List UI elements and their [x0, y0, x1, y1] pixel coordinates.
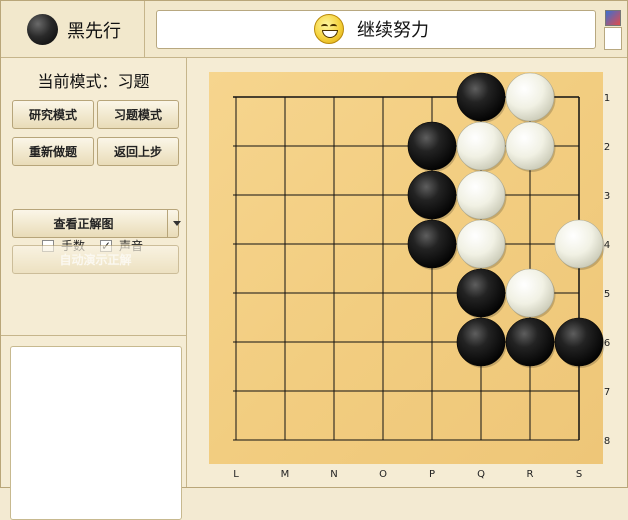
top-bar: 黑先行 继续努力: [1, 1, 627, 58]
column-label: Q: [477, 469, 485, 480]
view-answer-dropdown[interactable]: 查看正解图: [12, 209, 181, 238]
undo-step-button[interactable]: 返回上步: [97, 137, 179, 166]
column-label: M: [281, 469, 290, 480]
black-stone[interactable]: [456, 72, 506, 122]
column-label: R: [527, 469, 534, 480]
row-label: 1: [604, 93, 610, 104]
black-stone[interactable]: [407, 170, 457, 220]
column-label: L: [233, 469, 239, 480]
turn-indicator: 黑先行: [67, 21, 121, 42]
control-panel: 当前模式：习题 研究模式 习题模式 重新做题 返回上步 手数 ✓ 声音 查看正解…: [1, 58, 187, 520]
comment-area[interactable]: [10, 346, 182, 520]
chevron-down-icon[interactable]: [173, 221, 181, 226]
black-stone[interactable]: [456, 317, 506, 367]
go-board[interactable]: L M N O P Q R S 1 2 3 4 5 6 7 8: [187, 58, 627, 487]
row-label: 7: [604, 387, 610, 398]
mode-title: 当前模式：习题: [37, 72, 150, 91]
white-stone[interactable]: [456, 170, 506, 220]
status-box: 继续努力: [156, 10, 596, 49]
row-label: 6: [604, 338, 610, 349]
white-stone[interactable]: [505, 268, 555, 318]
column-label: P: [429, 469, 435, 480]
black-stone[interactable]: [407, 219, 457, 269]
black-stone-icon: [27, 14, 58, 45]
column-label: S: [576, 469, 582, 480]
exercise-mode-button[interactable]: 习题模式: [97, 100, 179, 129]
row-label: 5: [604, 289, 610, 300]
white-stone[interactable]: [456, 219, 506, 269]
white-stone[interactable]: [505, 121, 555, 171]
row-label: 3: [604, 191, 610, 202]
row-label: 4: [604, 240, 610, 251]
column-label: N: [330, 469, 337, 480]
view-answer-label: 查看正解图: [53, 217, 114, 231]
redo-problem-button[interactable]: 重新做题: [12, 137, 94, 166]
panel-divider: [1, 335, 186, 336]
black-stone[interactable]: [456, 268, 506, 318]
row-label: 8: [604, 436, 610, 447]
app-icon[interactable]: [605, 10, 621, 26]
status-message: 继续努力: [357, 20, 429, 41]
research-mode-button[interactable]: 研究模式: [12, 100, 94, 129]
board-area: L M N O P Q R S 1 2 3 4 5 6 7 8: [187, 58, 627, 487]
smiley-icon: [314, 14, 344, 44]
row-label: 2: [604, 142, 610, 153]
white-stone[interactable]: [505, 72, 555, 122]
auto-demo-button: 自动演示正解: [12, 245, 179, 274]
black-stone[interactable]: [554, 317, 604, 367]
column-label: O: [379, 469, 387, 480]
black-stone[interactable]: [505, 317, 555, 367]
app-window: 黑先行 继续努力 当前模式：习题 研究模式 习题模式 重新做题 返回上步 手数 …: [0, 0, 628, 520]
white-stone[interactable]: [554, 219, 604, 269]
top-divider: [144, 1, 145, 57]
white-stone[interactable]: [456, 121, 506, 171]
black-stone[interactable]: [407, 121, 457, 171]
side-scroll-box[interactable]: [604, 27, 622, 50]
